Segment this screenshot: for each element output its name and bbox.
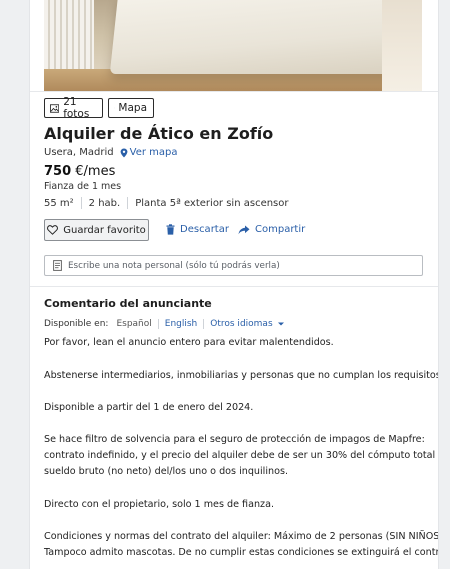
trash-icon	[166, 224, 175, 235]
share-label: Compartir	[255, 224, 306, 235]
view-map-link[interactable]: Ver mapa	[120, 147, 178, 158]
photos-button[interactable]: 21 fotos	[44, 96, 103, 120]
listing-card: 21 fotos Mapa Alquiler de Ático en Zofío…	[29, 0, 439, 569]
comment-line: Directo con el propietario, solo 1 mes d…	[44, 499, 275, 510]
listing-price: 750 €/mes	[44, 164, 115, 179]
comment-line: Se hace filtro de solvencia para el segu…	[44, 434, 425, 445]
note-icon	[53, 260, 62, 271]
comment-paragraph: Por favor, lean el anuncio entero para e…	[44, 335, 424, 351]
comment-paragraph: Condiciones y normas del contrato del al…	[44, 529, 439, 561]
comment-paragraph: Disponible a partir del 1 de enero del 2…	[44, 400, 424, 416]
comment-paragraph: Se hace filtro de solvencia para el segu…	[44, 432, 439, 480]
comment-line: sueldo bruto (no neto) del/los uno o dos…	[44, 466, 288, 477]
language-selector: Disponible en: Español English Otros idi…	[44, 319, 291, 329]
map-button[interactable]: Mapa	[108, 98, 154, 118]
bed-shape	[109, 0, 409, 74]
view-map-label: Ver mapa	[129, 147, 178, 158]
personal-note-input[interactable]: Escribe una nota personal (sólo tú podrá…	[44, 255, 423, 276]
feature-separator	[80, 197, 82, 209]
map-label: Mapa	[118, 102, 147, 114]
map-pin-icon	[120, 148, 128, 157]
chevron-down-icon	[277, 322, 284, 326]
price-value: 750	[44, 164, 72, 179]
deposit-info: Fianza de 1 mes	[44, 181, 122, 192]
image-icon	[50, 103, 60, 113]
comment-section-title: Comentario del anunciante	[44, 297, 212, 310]
discard-label: Descartar	[180, 224, 229, 235]
discard-button[interactable]: Descartar	[166, 224, 229, 235]
comment-line: Tampoco admito mascotas. De no cumplir e…	[44, 547, 439, 558]
comment-paragraph: Directo con el propietario, solo 1 mes d…	[44, 497, 424, 513]
other-languages-label: Otros idiomas	[210, 319, 273, 329]
divider	[30, 91, 438, 92]
listing-location: Usera, Madrid Ver mapa	[44, 147, 177, 158]
save-favorite-label: Guardar favorito	[63, 224, 146, 236]
listing-title: Alquiler de Ático en Zofío	[44, 124, 274, 143]
location-text: Usera, Madrid	[44, 147, 114, 158]
feature-rooms: 2 hab.	[88, 197, 121, 209]
wall-shape	[382, 0, 422, 91]
listing-photo[interactable]	[44, 0, 422, 91]
heart-icon	[47, 225, 59, 235]
comment-line: Abstenerse intermediarios, inmobiliarias…	[44, 370, 439, 381]
comment-line: Condiciones y normas del contrato del al…	[44, 531, 439, 542]
page: 21 fotos Mapa Alquiler de Ático en Zofío…	[0, 0, 450, 569]
share-arrow-icon	[238, 225, 250, 234]
other-languages-dropdown[interactable]: Otros idiomas	[204, 319, 290, 329]
feature-floor: Planta 5ª exterior sin ascensor	[135, 197, 289, 209]
share-button[interactable]: Compartir	[238, 224, 305, 235]
divider	[30, 286, 438, 287]
comment-line: contrato indefinido, y el precio del alq…	[44, 450, 439, 461]
comment-line: Disponible a partir del 1 de enero del 2…	[44, 402, 254, 413]
language-english[interactable]: English	[159, 319, 205, 329]
save-favorite-button[interactable]: Guardar favorito	[44, 219, 149, 241]
language-spanish: Español	[110, 319, 159, 329]
photos-label: 21 fotos	[63, 96, 90, 120]
feature-area: 55 m²	[44, 197, 74, 209]
feature-separator	[127, 197, 129, 209]
note-placeholder: Escribe una nota personal (sólo tú podrá…	[68, 260, 280, 271]
price-unit: €/mes	[75, 164, 116, 179]
comment-line: Por favor, lean el anuncio entero para e…	[44, 337, 334, 348]
available-in-label: Disponible en:	[44, 319, 109, 329]
features-row: 55 m² 2 hab. Planta 5ª exterior sin asce…	[44, 197, 289, 209]
comment-paragraph: Abstenerse intermediarios, inmobiliarias…	[44, 368, 439, 384]
